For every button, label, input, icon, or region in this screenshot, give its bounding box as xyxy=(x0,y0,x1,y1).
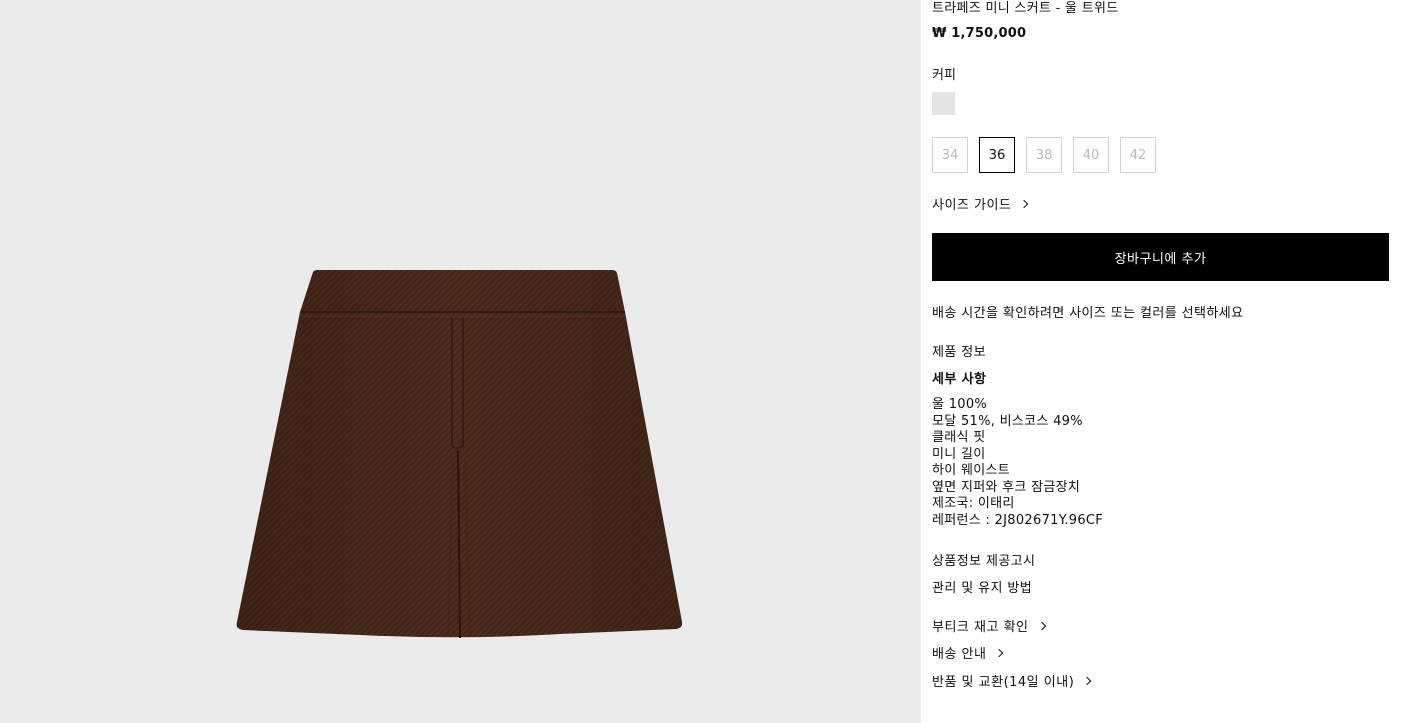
returns-label: 반품 및 교환(14일 이내) xyxy=(932,675,1075,690)
product-info-heading[interactable]: 제품 정보 xyxy=(932,341,986,360)
product-notice-link[interactable]: 상품정보 제공고시 xyxy=(932,550,1035,569)
chevron-right-icon xyxy=(995,648,1004,658)
skirt-image xyxy=(236,270,683,639)
color-swatch-coffee[interactable] xyxy=(932,92,955,115)
product-image-area xyxy=(0,0,921,723)
chevron-right-icon xyxy=(1083,676,1092,686)
product-details-panel: 트라페즈 미니 스커트 - 울 트위드 ₩ 1,750,000 커피 34 36… xyxy=(932,0,1389,723)
chevron-right-icon xyxy=(1037,621,1046,631)
size-option-38[interactable]: 38 xyxy=(1026,137,1062,173)
add-to-cart-button[interactable]: 장바구니에 추가 xyxy=(932,233,1389,281)
size-guide-link[interactable]: 사이즈 가이드 xyxy=(932,194,1029,213)
details-item: 모달 51%, 비스코스 49% xyxy=(932,413,1083,429)
color-label: 커피 xyxy=(932,68,956,83)
size-option-34[interactable]: 34 xyxy=(932,137,968,173)
details-item: 제조국: 이태리 xyxy=(932,496,1015,511)
boutique-stock-label: 부티크 재고 확인 xyxy=(932,620,1029,635)
chevron-right-icon xyxy=(1020,199,1029,209)
size-option-36[interactable]: 36 xyxy=(979,137,1015,173)
details-item: 레퍼런스 : 2J802671Y.96CF xyxy=(932,512,1104,528)
product-price: ₩ 1,750,000 xyxy=(932,26,1027,41)
size-guide-label: 사이즈 가이드 xyxy=(932,198,1012,213)
size-selector: 34 36 38 40 42 xyxy=(932,137,1167,173)
details-item: 울 100% xyxy=(932,397,988,412)
details-item: 옆면 지퍼와 후크 잠금장치 xyxy=(932,479,1081,495)
product-title: 트라페즈 미니 스커트 - 울 트위드 xyxy=(932,1,1119,16)
details-item: 미니 길이 xyxy=(932,446,986,462)
details-item: 클래식 핏 xyxy=(932,430,986,445)
details-item: 하이 웨이스트 xyxy=(932,463,1010,478)
product-page: 트라페즈 미니 스커트 - 울 트위드 ₩ 1,750,000 커피 34 36… xyxy=(0,0,1405,723)
size-option-40[interactable]: 40 xyxy=(1073,137,1109,173)
boutique-stock-link[interactable]: 부티크 재고 확인 xyxy=(932,616,1046,635)
returns-link[interactable]: 반품 및 교환(14일 이내) xyxy=(932,671,1092,690)
delivery-note: 배송 시간을 확인하려면 사이즈 또는 컬러를 선택하세요 xyxy=(932,306,1244,321)
size-option-42[interactable]: 42 xyxy=(1120,137,1156,173)
care-link[interactable]: 관리 및 유지 방법 xyxy=(932,577,1032,596)
details-list: 울 100% 모달 51%, 비스코스 49% 클래식 핏 미니 길이 하이 웨… xyxy=(932,397,1103,529)
shipping-link[interactable]: 배송 안내 xyxy=(932,643,1004,662)
shipping-label: 배송 안내 xyxy=(932,647,987,662)
details-heading: 세부 사항 xyxy=(932,372,987,387)
